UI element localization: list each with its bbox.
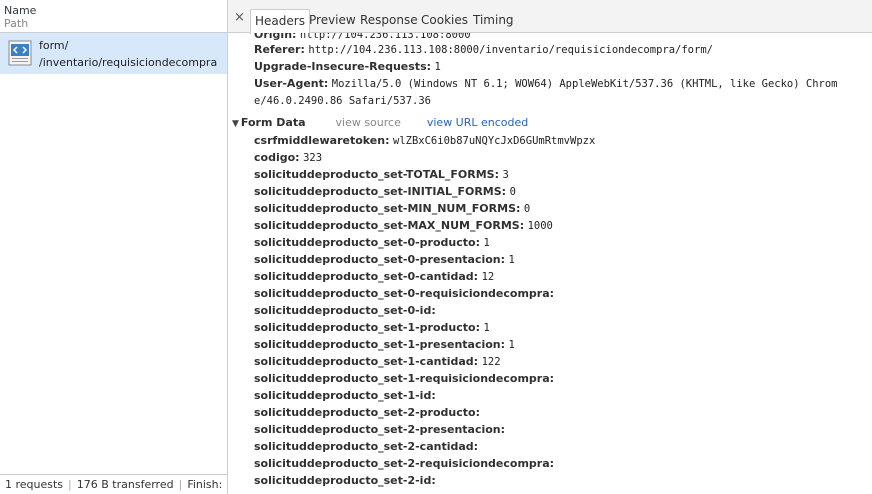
form-field-key: solicituddeproducto_set-0-id: [254, 304, 436, 317]
view-source-link[interactable]: view source [336, 116, 401, 129]
form-field-key: solicituddeproducto_set-2-producto: [254, 406, 480, 419]
document-file-icon [8, 40, 32, 66]
form-data-title[interactable]: Form Data [241, 116, 306, 129]
details-tab-bar: × Headers Preview Response Cookies Timin… [228, 0, 872, 34]
status-bar: 1 requests|176 B transferred|Finish: ... [0, 474, 227, 494]
form-data-item: csrfmiddlewaretoken: wlZBxC6i0b87uNQYcJx… [254, 133, 595, 150]
triangle-down-icon[interactable]: ▼ [232, 119, 239, 129]
header-key: Origin: [254, 33, 297, 41]
form-data-item: solicituddeproducto_set-0-presentacion: … [254, 252, 595, 269]
form-data-item: solicituddeproducto_set-1-id: [254, 388, 595, 405]
form-field-key: codigo: [254, 151, 300, 164]
header-referer: Referer: http://104.236.113.108:8000/inv… [254, 42, 713, 58]
form-data-item: solicituddeproducto_set-TOTAL_FORMS: 3 [254, 167, 595, 184]
form-field-key: solicituddeproducto_set-INITIAL_FORMS: [254, 185, 507, 198]
form-field-key: solicituddeproducto_set-1-cantidad: [254, 355, 479, 368]
form-field-key: solicituddeproducto_set-0-cantidad: [254, 270, 479, 283]
tab-response[interactable]: Response [356, 9, 422, 33]
form-field-value: 0 [523, 203, 531, 215]
form-data-section-header: ▼ Form Data view source view URL encoded [232, 115, 528, 132]
form-field-key: solicituddeproducto_set-0-requisiciondec… [254, 287, 555, 300]
form-data-item: solicituddeproducto_set-INITIAL_FORMS: 0 [254, 184, 595, 201]
form-field-key: solicituddeproducto_set-1-id: [254, 389, 436, 402]
form-field-value: 0 [509, 186, 516, 198]
tab-headers[interactable]: Headers [250, 9, 310, 34]
form-field-key: solicituddeproducto_set-2-presentacion: [254, 423, 506, 436]
request-path: /inventario/requisiciondecompra [39, 56, 218, 69]
tab-cookies[interactable]: Cookies [417, 9, 472, 33]
form-field-key: solicituddeproducto_set-1-requisiciondec… [254, 372, 555, 385]
request-list-pane: Name Path form/ /inventario/requisiciond… [0, 0, 228, 494]
request-name: form/ [39, 39, 69, 52]
form-field-key: solicituddeproducto_set-TOTAL_FORMS: [254, 168, 499, 181]
form-data-item: solicituddeproducto_set-0-id: [254, 303, 595, 320]
list-column-header[interactable]: Name Path [0, 0, 227, 33]
close-icon[interactable]: × [234, 11, 245, 24]
form-field-key: solicituddeproducto_set-2-requisiciondec… [254, 457, 555, 470]
form-field-value: 1 [483, 322, 490, 334]
form-data-item: solicituddeproducto_set-2-producto: [254, 405, 595, 422]
form-field-value: 1000 [527, 220, 553, 232]
tab-preview[interactable]: Preview [305, 9, 360, 33]
form-data-item: codigo: 323 [254, 150, 595, 167]
form-field-value: 122 [481, 356, 501, 368]
form-field-key: solicituddeproducto_set-MAX_NUM_FORMS: [254, 219, 525, 232]
header-key: Upgrade-Insecure-Requests: [254, 60, 432, 73]
form-field-key: solicituddeproducto_set-1-presentacion: [254, 338, 506, 351]
header-key: Referer: [254, 43, 305, 56]
header-value: http://104.236.113.108:8000/inventario/r… [308, 44, 713, 56]
form-data-item: solicituddeproducto_set-0-producto: 1 [254, 235, 595, 252]
header-value: 1 [434, 61, 441, 73]
form-data-item: solicituddeproducto_set-MAX_NUM_FORMS: 1… [254, 218, 595, 235]
form-data-item: solicituddeproducto_set-2-requisiciondec… [254, 456, 595, 473]
header-value: Mozilla/5.0 (Windows NT 6.1; WOW64) Appl… [331, 78, 838, 90]
form-data-item: solicituddeproducto_set-0-cantidad: 12 [254, 269, 595, 286]
form-field-value: 1 [508, 254, 515, 266]
column-name-label: Name [4, 4, 37, 17]
form-field-value: 1 [483, 237, 490, 249]
form-data-item: solicituddeproducto_set-MIN_NUM_FORMS: 0 [254, 201, 595, 218]
form-field-value: wlZBxC6i0b87uNQYcJxD6GUmRtmvWpzx [393, 135, 596, 147]
column-path-label: Path [4, 17, 29, 30]
header-value: http://104.236.113.108:8000 [299, 33, 471, 41]
form-data-item: solicituddeproducto_set-1-presentacion: … [254, 337, 595, 354]
header-user-agent-continued: e/46.0.2490.86 Safari/537.36 [254, 93, 431, 109]
form-field-value: 1 [508, 339, 515, 351]
form-field-key: solicituddeproducto_set-0-presentacion: [254, 253, 506, 266]
form-field-key: solicituddeproducto_set-2-cantidad: [254, 440, 479, 453]
form-field-value: 323 [303, 152, 323, 164]
form-field-key: solicituddeproducto_set-1-producto: [254, 321, 480, 334]
form-data-item: solicituddeproducto_set-0-requisiciondec… [254, 286, 595, 303]
tab-timing[interactable]: Timing [469, 9, 518, 33]
form-data-item: solicituddeproducto_set-1-producto: 1 [254, 320, 595, 337]
form-data-item: solicituddeproducto_set-2-id: [254, 473, 595, 490]
form-data-item: solicituddeproducto_set-2-cantidad: [254, 439, 595, 456]
finish-time: Finish: ... [187, 478, 227, 491]
form-field-value: 3 [502, 169, 509, 181]
form-field-key: solicituddeproducto_set-2-id: [254, 474, 436, 487]
form-data-item: solicituddeproducto_set-2-presentacion: [254, 422, 595, 439]
form-data-item: solicituddeproducto_set-1-cantidad: 122 [254, 354, 595, 371]
view-url-encoded-link[interactable]: view URL encoded [427, 116, 528, 129]
headers-content[interactable]: Origin: http://104.236.113.108:8000 Refe… [228, 33, 872, 494]
form-field-key: csrfmiddlewaretoken: [254, 134, 390, 147]
form-field-value: 12 [481, 271, 495, 283]
form-field-key: solicituddeproducto_set-MIN_NUM_FORMS: [254, 202, 521, 215]
header-value: e/46.0.2490.86 Safari/537.36 [254, 95, 432, 107]
form-data-list: csrfmiddlewaretoken: wlZBxC6i0b87uNQYcJx… [254, 133, 595, 490]
form-field-key: solicituddeproducto_set-0-producto: [254, 236, 480, 249]
header-key: User-Agent: [254, 77, 329, 90]
request-count: 1 requests [5, 478, 64, 491]
request-details-pane: × Headers Preview Response Cookies Timin… [228, 0, 872, 494]
transferred-size: 176 B transferred [76, 478, 174, 491]
header-user-agent: User-Agent: Mozilla/5.0 (Windows NT 6.1;… [254, 76, 838, 92]
form-data-item: solicituddeproducto_set-1-requisiciondec… [254, 371, 595, 388]
header-upgrade-insecure-requests: Upgrade-Insecure-Requests: 1 [254, 59, 441, 75]
request-row[interactable]: form/ /inventario/requisiciondecompra [0, 33, 227, 74]
